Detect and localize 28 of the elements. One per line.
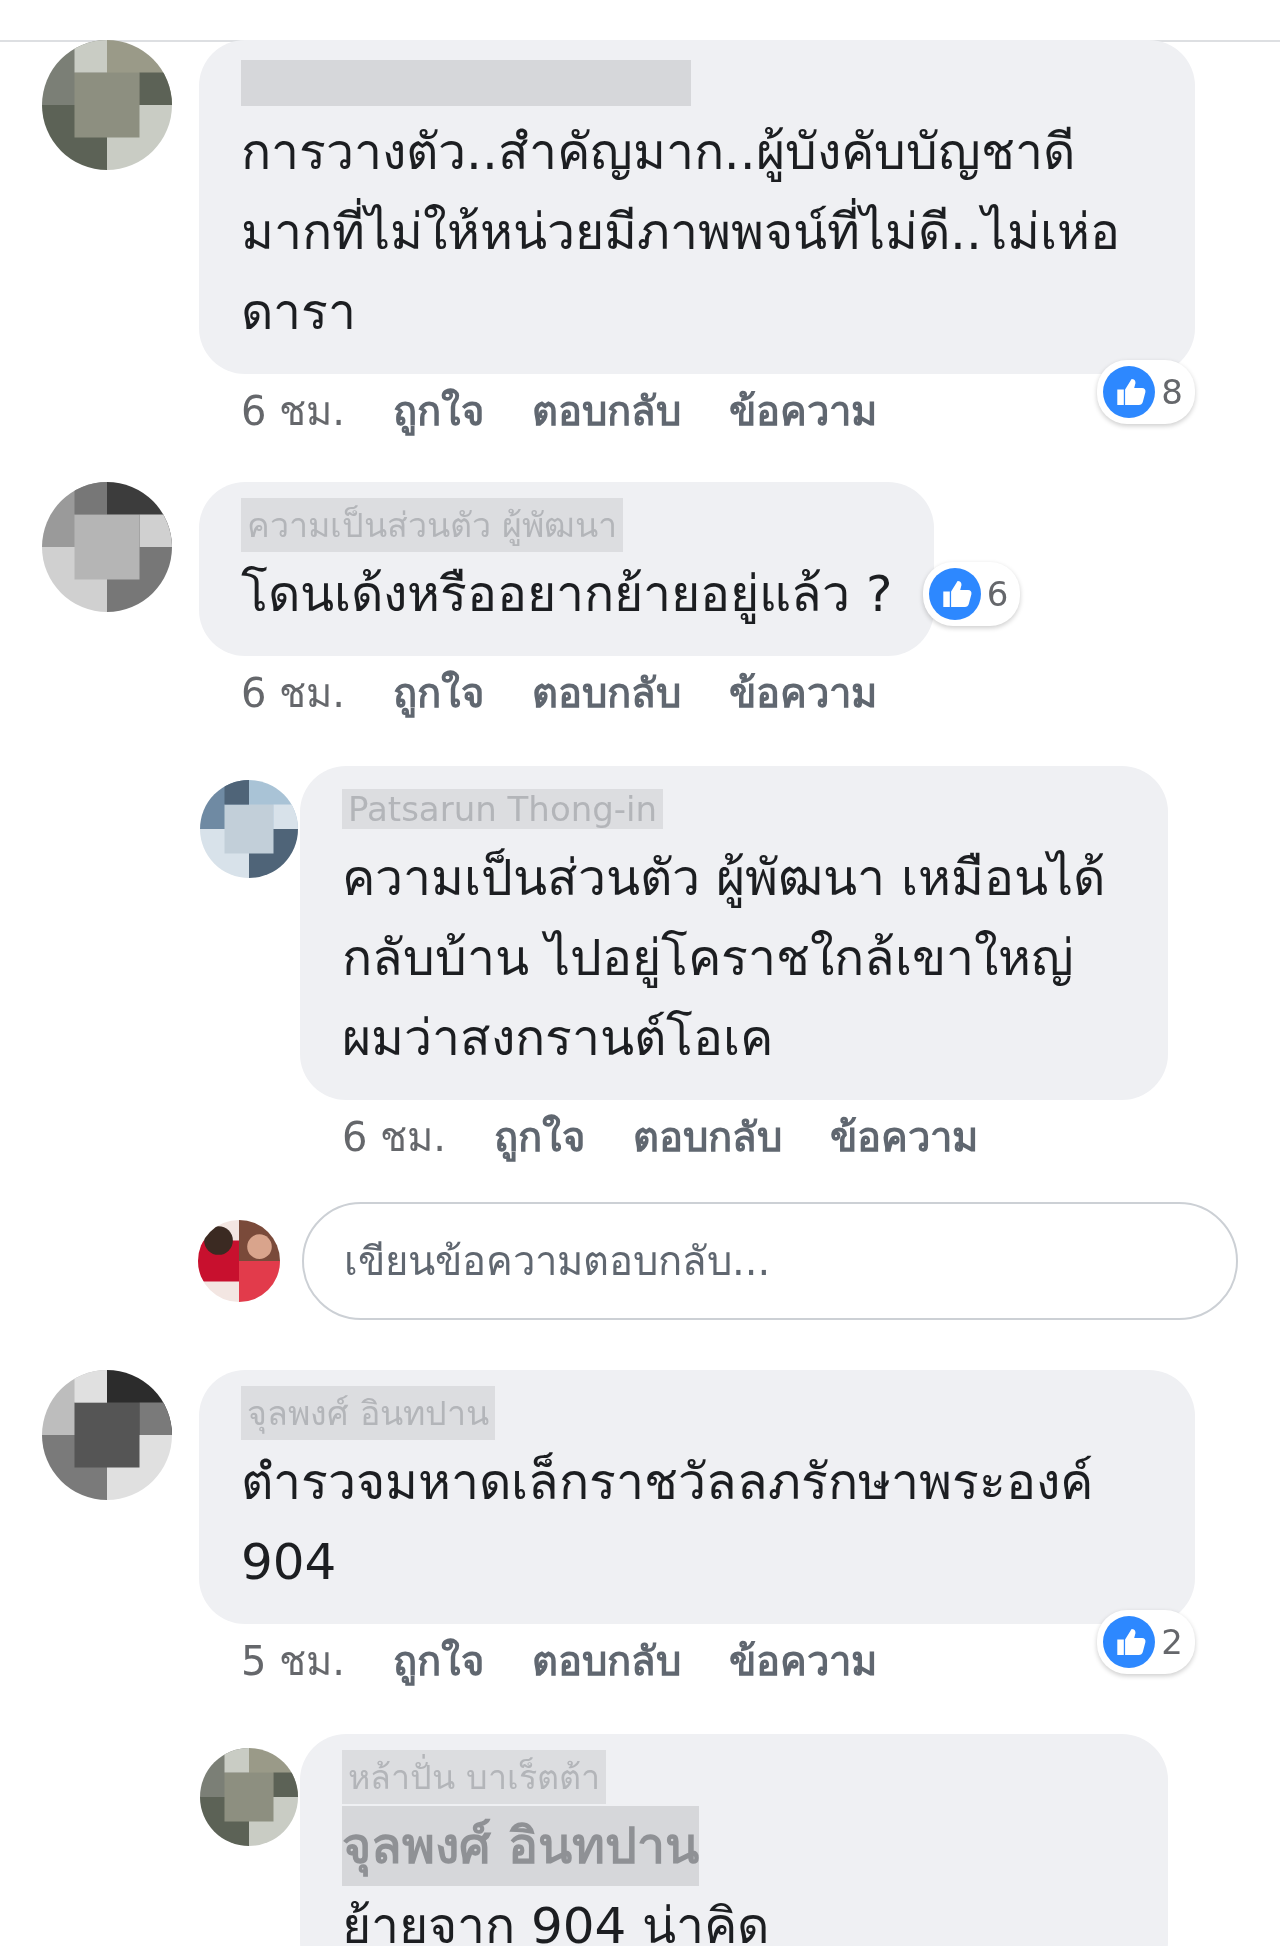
- comment-text: โดนเด้งหรืออยากย้ายอยู่แล้ว ?: [241, 564, 893, 626]
- comment-time: 6 ชม.: [342, 1113, 446, 1162]
- comment-time: 6 ชม.: [241, 669, 345, 718]
- thumbs-up-icon: [1103, 1616, 1156, 1668]
- comment-text: ย้ายจาก 904 น่าคิด: [342, 1896, 770, 1946]
- thumbs-up-icon: [928, 568, 981, 620]
- comment-action-link[interactable]: ถูกใจ: [392, 379, 484, 443]
- reply-input-field[interactable]: เขียนข้อความตอบกลับ...: [302, 1202, 1238, 1320]
- comment-action-link[interactable]: ข้อความ: [829, 1105, 978, 1169]
- comment-text: ความเป็นส่วนตัว ผู้พัฒนา เหมือนได้กลับบ้าน ไปอยู่โคราชใกล้เขาใหญ่ ผมว่าสงกรานต์โอเค: [342, 847, 1106, 1069]
- comment-time: 6 ชม.: [241, 387, 345, 436]
- comment-action-link[interactable]: ตอบกลับ: [531, 661, 681, 725]
- comment-action-link[interactable]: ข้อความ: [728, 379, 877, 443]
- comment-time: 5 ชม.: [241, 1637, 345, 1686]
- comment-action-link[interactable]: ถูกใจ: [392, 1629, 484, 1693]
- comment-action-link[interactable]: ถูกใจ: [392, 661, 484, 725]
- comment-text: การวางตัว..สำคัญมาก..ผู้บังคับบัญชาดีมากที่ไม่ให้หน่วยมีภาพพจน์ที่ไม่ดี..ไม่เห่อดารา: [241, 122, 1121, 343]
- comment-text: ตำรวจมหาดเล็กราชวัลลภรักษาพระองค์ 904: [241, 1451, 1094, 1593]
- reaction-count[interactable]: 6: [922, 562, 1021, 626]
- reaction-count[interactable]: 8: [1097, 360, 1195, 424]
- thumbs-up-icon: [1103, 366, 1156, 418]
- comment-action-link[interactable]: ถูกใจ: [493, 1105, 585, 1169]
- reaction-count[interactable]: 2: [1097, 1610, 1195, 1674]
- comment-action-link[interactable]: ข้อความ: [728, 1629, 877, 1693]
- comment-action-link[interactable]: ตอบกลับ: [531, 379, 681, 443]
- comment-action-link[interactable]: ข้อความ: [728, 661, 877, 725]
- comment-action-link[interactable]: ตอบกลับ: [632, 1105, 782, 1169]
- comment-action-link[interactable]: ตอบกลับ: [531, 1629, 681, 1693]
